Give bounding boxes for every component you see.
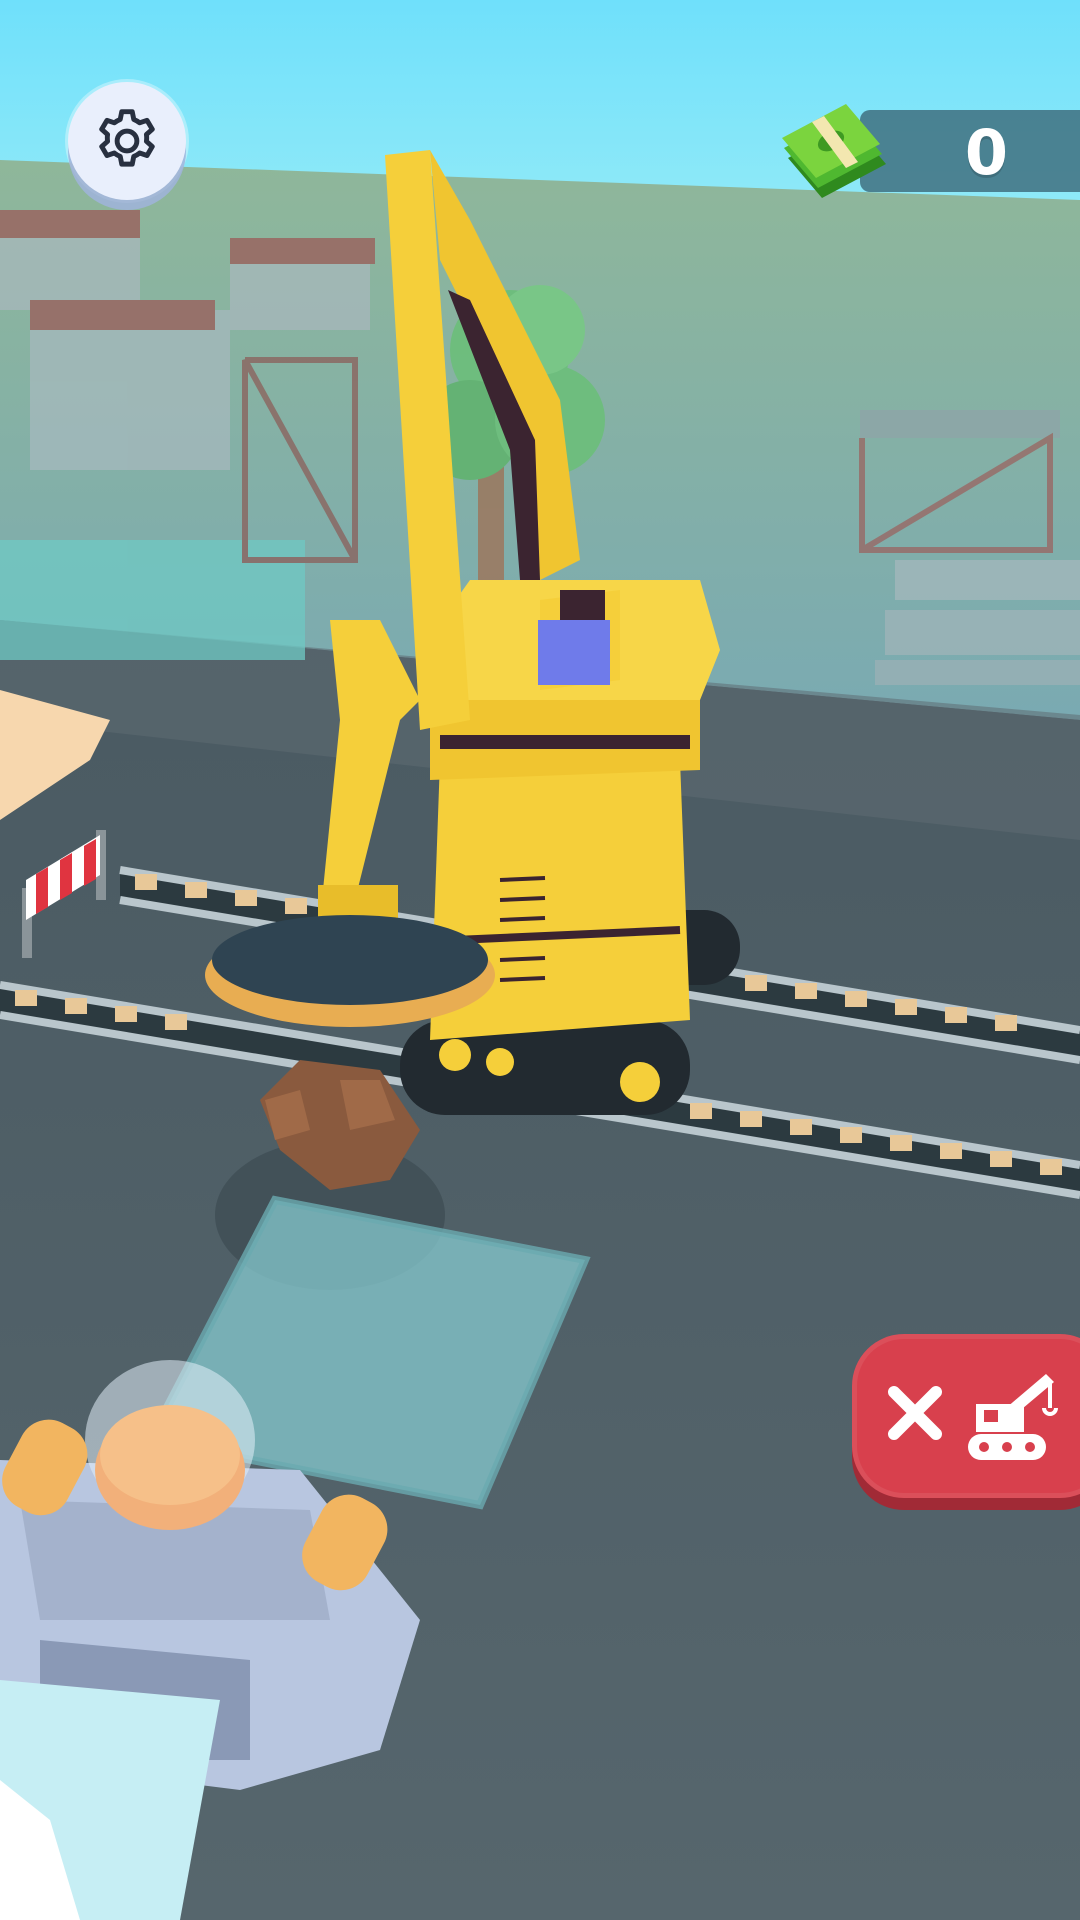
game-screen[interactable]: 0 bbox=[0, 0, 1080, 1920]
cancel-crane-button[interactable] bbox=[852, 1334, 1080, 1498]
game-scene[interactable] bbox=[0, 0, 1080, 1920]
crane-icon bbox=[968, 1374, 1058, 1460]
cash-stack-icon bbox=[782, 104, 886, 198]
currency-amount: 0 bbox=[964, 116, 1008, 189]
magnet bbox=[205, 915, 495, 1027]
gear-icon bbox=[99, 109, 155, 167]
settings-button[interactable] bbox=[68, 82, 186, 200]
close-icon bbox=[888, 1386, 942, 1440]
